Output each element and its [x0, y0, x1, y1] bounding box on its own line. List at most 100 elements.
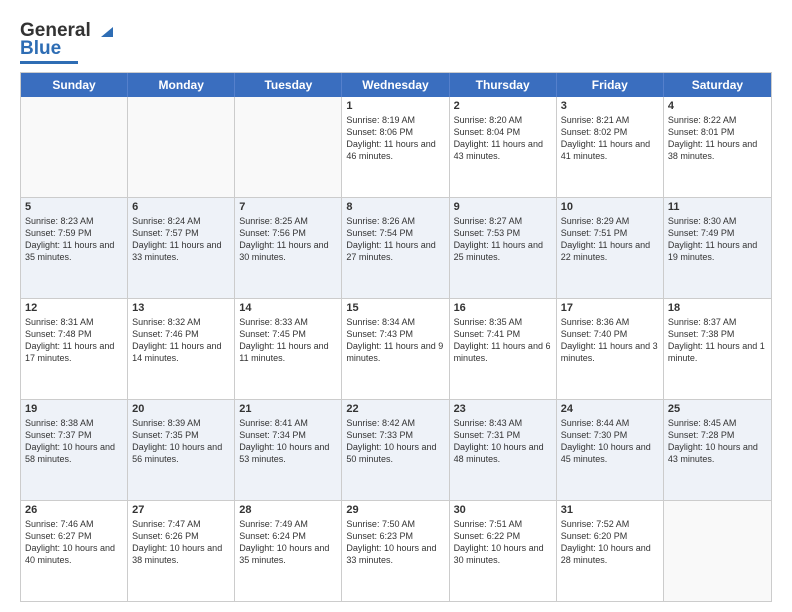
day-number: 3: [561, 100, 659, 112]
day-info: Sunrise: 8:21 AM Sunset: 8:02 PM Dayligh…: [561, 114, 659, 163]
day-cell-18: 18 Sunrise: 8:37 AM Sunset: 7:38 PM Dayli…: [664, 299, 771, 399]
day-info: Sunrise: 8:19 AM Sunset: 8:06 PM Dayligh…: [346, 114, 444, 163]
day-info: Sunrise: 8:25 AM Sunset: 7:56 PM Dayligh…: [239, 215, 337, 264]
day-info: Sunrise: 7:46 AM Sunset: 6:27 PM Dayligh…: [25, 518, 123, 567]
day-info: Sunrise: 7:51 AM Sunset: 6:22 PM Dayligh…: [454, 518, 552, 567]
day-cell-29: 29Sunrise: 7:50 AM Sunset: 6:23 PM Dayli…: [342, 501, 449, 601]
day-cell-24: 24 Sunrise: 8:44 AM Sunset: 7:30 PM Dayli…: [557, 400, 664, 500]
day-number: 17: [561, 302, 659, 314]
day-info: Sunrise: 8:27 AM Sunset: 7:53 PM Dayligh…: [454, 215, 552, 264]
day-info: Sunrise: 8:24 AM Sunset: 7:57 PM Dayligh…: [132, 215, 230, 264]
day-cell-30: 30 Sunrise: 7:51 AM Sunset: 6:22 PM Dayli…: [450, 501, 557, 601]
day-number: 10: [561, 201, 659, 213]
day-number: 24: [561, 403, 659, 415]
day-cell-19: 19Sunrise: 8:38 AM Sunset: 7:37 PM Dayli…: [21, 400, 128, 500]
empty-cell: [664, 501, 771, 601]
empty-cell: [128, 97, 235, 197]
logo-underline: [20, 61, 78, 64]
day-number: 23: [454, 403, 552, 415]
header-cell-wednesday: Wednesday: [342, 73, 449, 97]
day-info: Sunrise: 8:36 AM Sunset: 7:40 PM Dayligh…: [561, 316, 659, 365]
logo-blue: Blue: [20, 38, 61, 60]
day-cell-25: 25 Sunrise: 8:45 AM Sunset: 7:28 PM Dayli…: [664, 400, 771, 500]
empty-cell: [21, 97, 128, 197]
day-number: 1: [346, 100, 444, 112]
day-cell-22: 22 Sunrise: 8:42 AM Sunset: 7:33 PM Dayli…: [342, 400, 449, 500]
day-cell-5: 5 Sunrise: 8:23 AM Sunset: 7:59 PM Daylig…: [21, 198, 128, 298]
day-info: Sunrise: 7:52 AM Sunset: 6:20 PM Dayligh…: [561, 518, 659, 567]
day-info: Sunrise: 8:41 AM Sunset: 7:34 PM Dayligh…: [239, 417, 337, 466]
day-cell-28: 28 Sunrise: 7:49 AM Sunset: 6:24 PM Dayli…: [235, 501, 342, 601]
day-cell-15: 15 Sunrise: 8:34 AM Sunset: 7:43 PM Dayli…: [342, 299, 449, 399]
day-cell-14: 14 Sunrise: 8:33 AM Sunset: 7:45 PM Dayli…: [235, 299, 342, 399]
day-cell-8: 8Sunrise: 8:26 AM Sunset: 7:54 PM Daylig…: [342, 198, 449, 298]
calendar-body: 1 Sunrise: 8:19 AM Sunset: 8:06 PM Daylig…: [21, 97, 771, 601]
day-number: 2: [454, 100, 552, 112]
day-number: 25: [668, 403, 767, 415]
day-number: 22: [346, 403, 444, 415]
day-number: 28: [239, 504, 337, 516]
day-cell-11: 11Sunrise: 8:30 AM Sunset: 7:49 PM Dayli…: [664, 198, 771, 298]
day-number: 4: [668, 100, 767, 112]
calendar: SundayMondayTuesdayWednesdayThursdayFrid…: [20, 72, 772, 602]
day-info: Sunrise: 7:49 AM Sunset: 6:24 PM Dayligh…: [239, 518, 337, 567]
day-number: 8: [346, 201, 444, 213]
day-cell-9: 9Sunrise: 8:27 AM Sunset: 7:53 PM Daylig…: [450, 198, 557, 298]
day-number: 14: [239, 302, 337, 314]
day-info: Sunrise: 8:45 AM Sunset: 7:28 PM Dayligh…: [668, 417, 767, 466]
header-cell-thursday: Thursday: [450, 73, 557, 97]
day-info: Sunrise: 8:22 AM Sunset: 8:01 PM Dayligh…: [668, 114, 767, 163]
day-info: Sunrise: 8:35 AM Sunset: 7:41 PM Dayligh…: [454, 316, 552, 365]
day-number: 6: [132, 201, 230, 213]
day-cell-27: 27Sunrise: 7:47 AM Sunset: 6:26 PM Dayli…: [128, 501, 235, 601]
day-number: 16: [454, 302, 552, 314]
day-number: 15: [346, 302, 444, 314]
day-info: Sunrise: 8:37 AM Sunset: 7:38 PM Dayligh…: [668, 316, 767, 365]
day-info: Sunrise: 8:23 AM Sunset: 7:59 PM Dayligh…: [25, 215, 123, 264]
day-number: 20: [132, 403, 230, 415]
day-info: Sunrise: 8:43 AM Sunset: 7:31 PM Dayligh…: [454, 417, 552, 466]
day-cell-3: 3 Sunrise: 8:21 AM Sunset: 8:02 PM Daylig…: [557, 97, 664, 197]
day-number: 21: [239, 403, 337, 415]
day-cell-13: 13Sunrise: 8:32 AM Sunset: 7:46 PM Dayli…: [128, 299, 235, 399]
day-info: Sunrise: 8:30 AM Sunset: 7:49 PM Dayligh…: [668, 215, 767, 264]
day-info: Sunrise: 8:42 AM Sunset: 7:33 PM Dayligh…: [346, 417, 444, 466]
day-number: 29: [346, 504, 444, 516]
header-cell-sunday: Sunday: [21, 73, 128, 97]
header-cell-friday: Friday: [557, 73, 664, 97]
day-number: 19: [25, 403, 123, 415]
day-cell-31: 31Sunrise: 7:52 AM Sunset: 6:20 PM Dayli…: [557, 501, 664, 601]
header-cell-saturday: Saturday: [664, 73, 771, 97]
day-cell-21: 21 Sunrise: 8:41 AM Sunset: 7:34 PM Dayli…: [235, 400, 342, 500]
day-cell-6: 6 Sunrise: 8:24 AM Sunset: 7:57 PM Daylig…: [128, 198, 235, 298]
calendar-row-1: 5 Sunrise: 8:23 AM Sunset: 7:59 PM Daylig…: [21, 198, 771, 299]
day-cell-16: 16 Sunrise: 8:35 AM Sunset: 7:41 PM Dayli…: [450, 299, 557, 399]
day-cell-17: 17 Sunrise: 8:36 AM Sunset: 7:40 PM Dayli…: [557, 299, 664, 399]
day-number: 12: [25, 302, 123, 314]
day-cell-20: 20 Sunrise: 8:39 AM Sunset: 7:35 PM Dayli…: [128, 400, 235, 500]
day-cell-12: 12 Sunrise: 8:31 AM Sunset: 7:48 PM Dayli…: [21, 299, 128, 399]
day-cell-26: 26Sunrise: 7:46 AM Sunset: 6:27 PM Dayli…: [21, 501, 128, 601]
calendar-row-2: 12 Sunrise: 8:31 AM Sunset: 7:48 PM Dayli…: [21, 299, 771, 400]
day-info: Sunrise: 8:34 AM Sunset: 7:43 PM Dayligh…: [346, 316, 444, 365]
day-info: Sunrise: 8:39 AM Sunset: 7:35 PM Dayligh…: [132, 417, 230, 466]
calendar-row-4: 26Sunrise: 7:46 AM Sunset: 6:27 PM Dayli…: [21, 501, 771, 601]
day-info: Sunrise: 8:31 AM Sunset: 7:48 PM Dayligh…: [25, 316, 123, 365]
day-info: Sunrise: 8:20 AM Sunset: 8:04 PM Dayligh…: [454, 114, 552, 163]
day-info: Sunrise: 8:32 AM Sunset: 7:46 PM Dayligh…: [132, 316, 230, 365]
calendar-row-3: 19Sunrise: 8:38 AM Sunset: 7:37 PM Dayli…: [21, 400, 771, 501]
calendar-row-0: 1 Sunrise: 8:19 AM Sunset: 8:06 PM Daylig…: [21, 97, 771, 198]
day-info: Sunrise: 8:29 AM Sunset: 7:51 PM Dayligh…: [561, 215, 659, 264]
day-number: 18: [668, 302, 767, 314]
header: General Blue: [20, 16, 772, 64]
day-info: Sunrise: 8:33 AM Sunset: 7:45 PM Dayligh…: [239, 316, 337, 365]
day-cell-1: 1 Sunrise: 8:19 AM Sunset: 8:06 PM Daylig…: [342, 97, 449, 197]
day-info: Sunrise: 8:44 AM Sunset: 7:30 PM Dayligh…: [561, 417, 659, 466]
day-cell-10: 10 Sunrise: 8:29 AM Sunset: 7:51 PM Dayli…: [557, 198, 664, 298]
day-cell-4: 4 Sunrise: 8:22 AM Sunset: 8:01 PM Daylig…: [664, 97, 771, 197]
day-number: 5: [25, 201, 123, 213]
day-cell-2: 2 Sunrise: 8:20 AM Sunset: 8:04 PM Daylig…: [450, 97, 557, 197]
day-number: 27: [132, 504, 230, 516]
day-number: 30: [454, 504, 552, 516]
logo-icon: [93, 19, 115, 41]
